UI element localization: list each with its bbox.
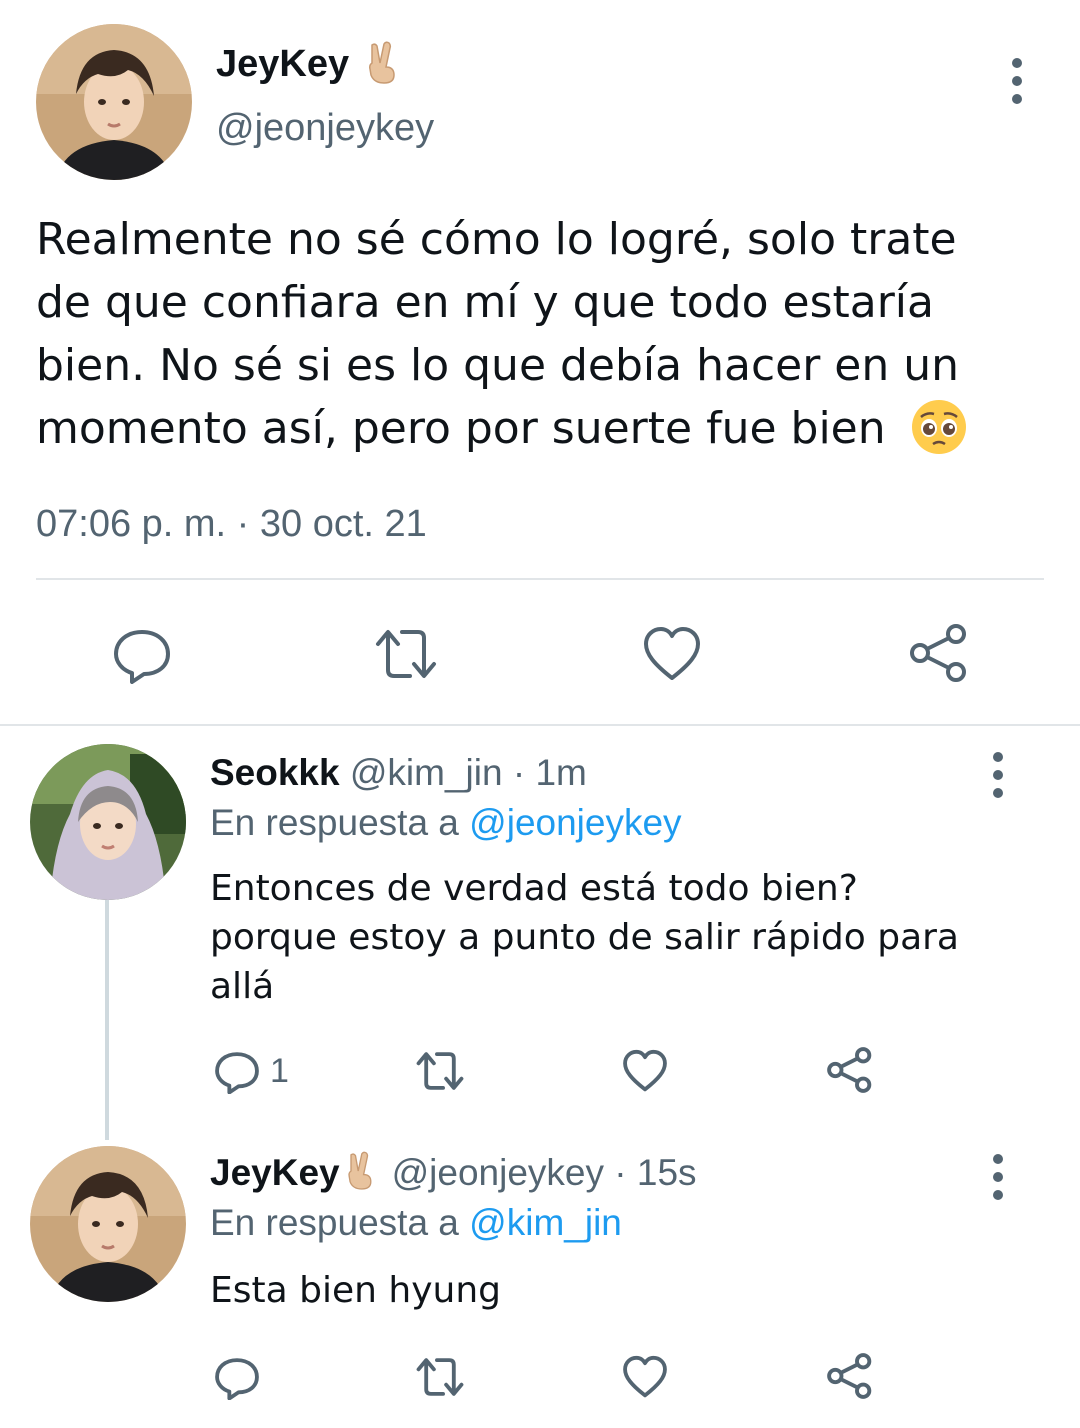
reply-1-retweet-button[interactable] bbox=[412, 1048, 468, 1094]
pleading-face-emoji bbox=[911, 400, 966, 454]
reply-2-line-1: Esta bien hyung bbox=[210, 1270, 501, 1311]
reply-1-avatar[interactable] bbox=[30, 744, 186, 900]
reply-1-more-options-icon[interactable] bbox=[990, 752, 1006, 798]
reply-1-in-reply-to: En respuesta a @jeonjeykey bbox=[210, 800, 682, 846]
main-tweet-text: Realmente no sé cómo lo logré, solo trat… bbox=[36, 208, 1056, 460]
reply-1-time[interactable]: · 1m bbox=[513, 752, 587, 793]
reply-2-handle[interactable]: @jeonjeykey bbox=[392, 1152, 604, 1193]
reply-1-share-button[interactable] bbox=[826, 1046, 874, 1094]
reply-2-retweet-button[interactable] bbox=[412, 1354, 468, 1400]
main-handle[interactable]: @jeonjeykey bbox=[216, 104, 434, 152]
reply-2-time[interactable]: · 15s bbox=[614, 1152, 696, 1193]
share-icon bbox=[910, 624, 966, 682]
reply-1-reply-button[interactable]: 1 bbox=[214, 1048, 289, 1094]
heart-icon bbox=[623, 1355, 667, 1398]
main-divider bbox=[36, 578, 1044, 580]
main-tweet-line-2: de que confiara en mí y que todo estaría bbox=[36, 277, 934, 328]
reply-2-reply-button[interactable] bbox=[214, 1354, 260, 1400]
retweet-icon bbox=[376, 630, 436, 678]
main-share-button[interactable] bbox=[908, 622, 970, 684]
main-timestamp[interactable]: 07:06 p. m. · 30 oct. 21 bbox=[36, 500, 427, 548]
retweet-icon bbox=[416, 1358, 464, 1396]
retweet-icon bbox=[416, 1052, 464, 1090]
reply-1-header: Seokkk @kim_jin · 1m bbox=[210, 750, 587, 796]
main-tweet-line-4: momento así, pero por suerte fue bien bbox=[36, 403, 886, 454]
reply-2-share-button[interactable] bbox=[826, 1352, 874, 1400]
reply-2-header: JeyKey @jeonjeykey · 15s bbox=[210, 1150, 697, 1196]
heart-icon bbox=[623, 1049, 667, 1092]
main-author-name[interactable]: JeyKey bbox=[216, 40, 402, 88]
main-more-options-icon[interactable] bbox=[1009, 58, 1025, 104]
share-icon bbox=[827, 1047, 872, 1093]
reply-2-avatar[interactable] bbox=[30, 1146, 186, 1302]
reply-1-line-2: porque estoy a punto de salir rápido par… bbox=[210, 917, 959, 958]
reply-2-text: Esta bien hyung bbox=[210, 1266, 501, 1315]
heart-icon bbox=[644, 627, 700, 680]
reply-1-author-name[interactable]: Seokkk bbox=[210, 752, 340, 793]
reply-2-in-reply-to: En respuesta a @kim_jin bbox=[210, 1200, 622, 1246]
reply-1-text: Entonces de verdad está todo bien? porqu… bbox=[210, 864, 959, 1011]
victory-hand-emoji bbox=[347, 1151, 372, 1190]
reply-1-handle[interactable]: @kim_jin bbox=[350, 752, 503, 793]
reply-2-author-name[interactable]: JeyKey bbox=[210, 1152, 340, 1193]
main-avatar[interactable] bbox=[36, 24, 192, 180]
reply-1-line-3: allá bbox=[210, 966, 275, 1007]
reply-icon bbox=[215, 1052, 259, 1094]
main-tweet-line-1: Realmente no sé cómo lo logré, solo trat… bbox=[36, 214, 957, 265]
reply-1-like-button[interactable] bbox=[622, 1048, 668, 1094]
reply-icon bbox=[215, 1358, 259, 1400]
reply-1-reply-count: 1 bbox=[270, 1051, 289, 1090]
main-retweet-button[interactable] bbox=[370, 624, 442, 684]
share-icon bbox=[827, 1353, 872, 1399]
main-reply-button[interactable] bbox=[112, 624, 172, 684]
reply-2-reply-to-link[interactable]: @kim_jin bbox=[469, 1202, 622, 1243]
main-tweet-line-3: bien. No sé si es lo que debía hacer en … bbox=[36, 340, 960, 391]
reply-1-line-1: Entonces de verdad está todo bien? bbox=[210, 868, 858, 909]
reply-1-reply-to-link[interactable]: @jeonjeykey bbox=[469, 802, 681, 843]
reply-2-reply-prefix: En respuesta a bbox=[210, 1202, 459, 1243]
reply-icon bbox=[114, 630, 170, 684]
reply-2-more-options-icon[interactable] bbox=[990, 1154, 1006, 1200]
victory-hand-emoji bbox=[368, 41, 395, 84]
thread-line bbox=[105, 900, 109, 1140]
reply-1-reply-prefix: En respuesta a bbox=[210, 802, 459, 843]
main-author-name-text[interactable]: JeyKey bbox=[216, 43, 349, 85]
reply-2-like-button[interactable] bbox=[622, 1354, 668, 1400]
section-divider bbox=[0, 724, 1080, 726]
main-like-button[interactable] bbox=[642, 624, 702, 684]
